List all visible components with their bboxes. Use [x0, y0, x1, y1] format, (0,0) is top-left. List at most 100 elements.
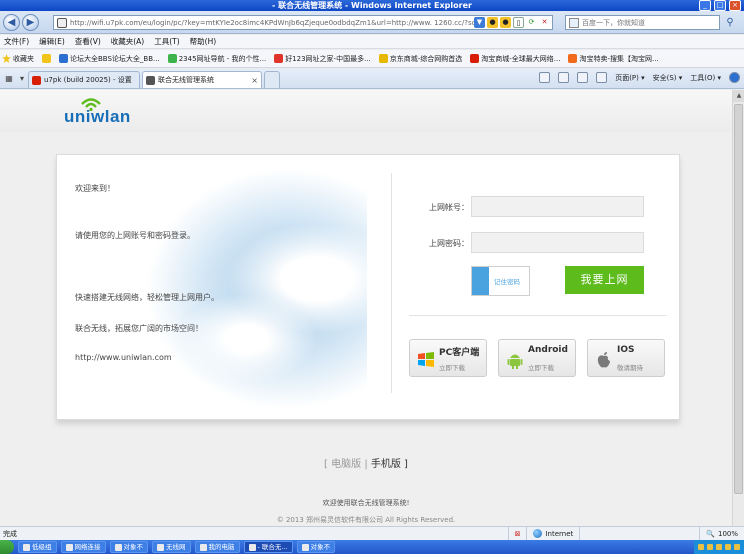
- favorite-link[interactable]: 好123网址之家-中国最多...: [274, 54, 371, 64]
- menu-help[interactable]: 帮助(H): [190, 36, 217, 47]
- version-separator: |: [364, 459, 368, 470]
- zoom-control[interactable]: 🔍 100%: [699, 526, 744, 541]
- search-input[interactable]: [582, 18, 702, 27]
- popup-blocker-indicator[interactable]: ⊠: [507, 526, 527, 541]
- favorite-link[interactable]: 淘宝特卖-搜集【淘宝网...: [568, 54, 659, 64]
- tray-icon[interactable]: [707, 544, 713, 550]
- menu-tools[interactable]: 工具(T): [154, 36, 179, 47]
- search-icon[interactable]: ⚲: [722, 15, 738, 30]
- pc-version-link[interactable]: [ 电脑版: [324, 459, 361, 470]
- website-link[interactable]: http://www.uniwlan.com: [75, 353, 172, 362]
- favorite-link[interactable]: 2345网址导航 - 我的个性...: [167, 54, 266, 64]
- favorites-bar: 收藏夹 论坛大全BBS论坛大全_BB... 2345网址导航 - 我的个性...…: [0, 50, 744, 68]
- remember-password-label: 记住密码: [494, 278, 520, 286]
- address-toolbar: ◀ ▶ http://wifi.u7pk.com/eu/login/pc/?ke…: [0, 11, 744, 34]
- taskbar-item[interactable]: 低级组: [18, 541, 57, 553]
- tab-bar: ▦ ▾ u7pk (build 20025) - 设置 联合无线管理系统 × 页…: [0, 69, 744, 89]
- compat-view-icon[interactable]: ▼: [474, 17, 485, 28]
- add-favorite-button[interactable]: [42, 54, 51, 63]
- favorite-link-label: 淘宝特卖-搜集【淘宝网...: [579, 54, 659, 63]
- menu-view[interactable]: 查看(V): [75, 36, 101, 47]
- taskbar-app-icon: [114, 543, 122, 551]
- home-icon[interactable]: [539, 72, 551, 83]
- instruction-text: 请使用您的上网账号和密码登录。: [75, 231, 195, 240]
- page-favicon-icon: [57, 17, 67, 28]
- download-subtitle: 立即下载: [439, 364, 465, 372]
- favorite-link-label: 淘宝商城-全球最大网络...: [481, 54, 561, 63]
- close-window-button[interactable]: ×: [729, 0, 741, 11]
- mail-icon[interactable]: [577, 72, 589, 83]
- scroll-up-icon[interactable]: ▲: [733, 90, 744, 102]
- favorite-link[interactable]: 淘宝商城-全球最大网络...: [470, 54, 560, 64]
- taskbar-item[interactable]: 对象不: [109, 541, 148, 553]
- tray-icon[interactable]: [716, 544, 722, 550]
- rss-icon[interactable]: ●: [500, 17, 511, 28]
- help-icon[interactable]: [729, 72, 740, 83]
- menu-bar: 文件(F) 编辑(E) 查看(V) 收藏夹(A) 工具(T) 帮助(H): [0, 35, 744, 49]
- start-button[interactable]: [0, 540, 14, 554]
- tray-icon[interactable]: [725, 544, 731, 550]
- quick-tabs-icon[interactable]: ▦: [3, 72, 15, 85]
- compat-icon[interactable]: ▯: [513, 17, 524, 28]
- page-menu[interactable]: 页面(P) ▾: [615, 73, 644, 83]
- pc-client-download-button[interactable]: PC客户端 立即下载: [409, 339, 487, 377]
- login-button[interactable]: 我要上网: [565, 266, 644, 294]
- download-subtitle: 立即下载: [528, 364, 554, 372]
- zoom-level: 100%: [717, 529, 738, 538]
- star-icon: [2, 54, 11, 63]
- favorite-link[interactable]: 京东商城-综合网购首选: [378, 54, 462, 64]
- favorite-link[interactable]: 论坛大全BBS论坛大全_BB...: [59, 54, 160, 64]
- promo-text-1: 快速搭建无线网络，轻松管理上网用户。: [75, 293, 219, 302]
- android-download-button[interactable]: Android 立即下载: [498, 339, 576, 377]
- remember-password-toggle[interactable]: 记住密码: [471, 266, 530, 296]
- security-shield-icon[interactable]: ●: [487, 17, 498, 28]
- ios-download-button[interactable]: IOS 敬请期待: [587, 339, 665, 377]
- tray-icon[interactable]: [734, 544, 740, 550]
- password-input[interactable]: [471, 232, 644, 253]
- scroll-thumb[interactable]: [734, 104, 743, 494]
- taskbar-item-active[interactable]: - 联合无...: [243, 541, 293, 553]
- download-subtitle: 敬请期待: [617, 364, 643, 372]
- system-tray: [694, 540, 744, 554]
- tools-menu[interactable]: 工具(O) ▾: [690, 73, 721, 83]
- tab-settings[interactable]: u7pk (build 20025) - 设置: [28, 71, 140, 88]
- taskbar-item[interactable]: 我的电脑: [194, 541, 240, 553]
- close-tab-icon[interactable]: ×: [251, 76, 258, 85]
- back-button[interactable]: ◀: [3, 14, 20, 31]
- maximize-button[interactable]: □: [714, 0, 726, 11]
- feeds-icon[interactable]: [558, 72, 570, 83]
- stop-icon[interactable]: ✕: [539, 17, 550, 28]
- account-input[interactable]: [471, 196, 644, 217]
- android-robot-icon: [507, 354, 523, 369]
- favorite-site-icon: [568, 54, 578, 63]
- address-bar[interactable]: http://wifi.u7pk.com/eu/login/pc/?key=mt…: [53, 15, 553, 30]
- tab-list-icon[interactable]: ▾: [16, 72, 28, 85]
- taskbar-item[interactable]: 对象不: [296, 541, 336, 553]
- login-card: 欢迎来到！ 请使用您的上网账号和密码登录。 快速搭建无线网络，轻松管理上网用户。…: [56, 154, 680, 420]
- vertical-scrollbar[interactable]: ▲: [732, 90, 744, 526]
- search-box[interactable]: [565, 15, 720, 30]
- footer-welcome: 欢迎使用联合无线管理系统!: [322, 499, 410, 507]
- tab-uniwlan[interactable]: 联合无线管理系统 ×: [142, 71, 262, 88]
- refresh-icon[interactable]: ⟳: [526, 17, 537, 28]
- menu-file[interactable]: 文件(F): [4, 36, 29, 47]
- copyright: © 2013 郑州易灵信软件有限公司 All Rights Reserved.: [276, 516, 456, 524]
- safety-menu[interactable]: 安全(S) ▾: [653, 73, 683, 83]
- minimize-button[interactable]: _: [699, 0, 711, 11]
- forward-button[interactable]: ▶: [22, 14, 39, 31]
- mobile-version-link[interactable]: 手机版 ]: [371, 459, 408, 470]
- menu-favorites[interactable]: 收藏夹(A): [111, 36, 144, 47]
- security-zone[interactable]: Internet: [526, 526, 579, 541]
- taskbar-item-label: 低级组: [32, 543, 52, 551]
- address-url[interactable]: http://wifi.u7pk.com/eu/login/pc/?key=mt…: [70, 19, 474, 27]
- menu-edit[interactable]: 编辑(E): [39, 36, 65, 47]
- new-tab-button[interactable]: [264, 71, 280, 88]
- taskbar-item[interactable]: 无线网: [152, 541, 191, 553]
- favorites-button[interactable]: 收藏夹: [2, 54, 34, 64]
- taskbar-item[interactable]: 网络连接: [60, 541, 106, 553]
- status-text: 完成: [3, 529, 17, 538]
- tray-icon[interactable]: [698, 544, 704, 550]
- favorite-site-icon: [470, 54, 480, 63]
- window-title: - 联合无线管理系统 - Windows Internet Explorer: [272, 1, 472, 10]
- print-icon[interactable]: [596, 72, 608, 83]
